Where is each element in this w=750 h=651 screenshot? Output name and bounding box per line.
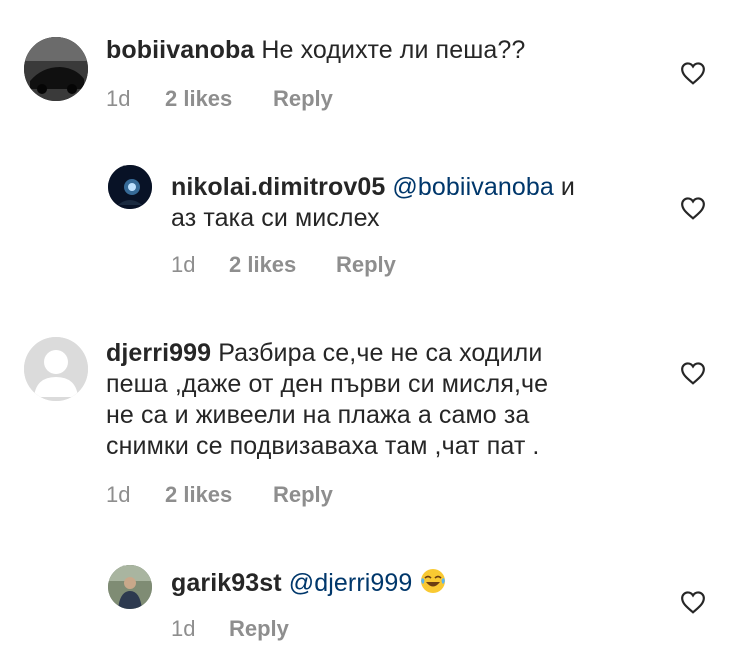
comment-text: djerri999 Разбира се,че не са ходили пеш… xyxy=(106,338,626,462)
comment-body: не са и живеели на плажа а само за xyxy=(106,401,530,429)
timestamp[interactable]: 1d xyxy=(171,252,229,278)
comment-text: nikolai.dimitrov05 @bobiivanoba и аз так… xyxy=(171,172,641,234)
comment-item: djerri999 Разбира се,че не са ходили пеш… xyxy=(0,310,750,530)
reply-button[interactable]: Reply xyxy=(336,252,396,278)
comment-meta: 1d 2 likes Reply xyxy=(106,86,333,112)
comment-text: garik93st @djerri999 xyxy=(171,567,447,599)
avatar-image xyxy=(108,565,152,609)
reply-button[interactable]: Reply xyxy=(229,616,289,642)
likes-count[interactable]: 2 likes xyxy=(165,482,273,508)
mention-link[interactable]: @djerri999 xyxy=(289,569,413,597)
username[interactable]: garik93st xyxy=(171,569,282,597)
reply-comment-item: nikolai.dimitrov05 @bobiivanoba и аз так… xyxy=(0,140,750,310)
comment-body: пеша ,даже от ден първи си мисля,че xyxy=(106,370,549,398)
timestamp[interactable]: 1d xyxy=(171,616,229,642)
avatar[interactable] xyxy=(108,165,152,209)
comment-meta: 1d 2 likes Reply xyxy=(106,482,333,508)
comment-body: снимки се подвизаваха там ,чат пат . xyxy=(106,432,540,460)
comment-item: bobiivanoba Не ходихте ли пеша?? 1d 2 li… xyxy=(0,0,750,140)
comment-body: Разбира се,че не са ходили xyxy=(218,339,543,367)
timestamp[interactable]: 1d xyxy=(106,86,165,112)
avatar[interactable] xyxy=(24,337,88,401)
reply-button[interactable]: Reply xyxy=(273,482,333,508)
username[interactable]: djerri999 xyxy=(106,339,211,367)
likes-count[interactable]: 2 likes xyxy=(165,86,273,112)
avatar-image xyxy=(24,37,88,101)
face-with-tears-of-joy-icon xyxy=(421,569,446,593)
comment-meta: 1d 2 likes Reply xyxy=(171,252,396,278)
reply-comment-item: garik93st @djerri999 1d Reply xyxy=(0,530,750,651)
timestamp[interactable]: 1d xyxy=(106,482,165,508)
avatar-image xyxy=(108,165,152,209)
likes-count[interactable]: 2 likes xyxy=(229,252,336,278)
heart-outline-icon[interactable] xyxy=(680,61,706,85)
avatar[interactable] xyxy=(24,37,88,101)
avatar[interactable] xyxy=(108,565,152,609)
heart-outline-icon[interactable] xyxy=(680,590,706,614)
comment-body: и xyxy=(560,173,575,201)
comment-body: Не ходихте ли пеша?? xyxy=(261,36,526,64)
comment-body: аз така си мислех xyxy=(171,204,380,232)
mention-link[interactable]: @bobiivanoba xyxy=(392,173,553,201)
username[interactable]: nikolai.dimitrov05 xyxy=(171,173,385,201)
username[interactable]: bobiivanoba xyxy=(106,36,254,64)
heart-outline-icon[interactable] xyxy=(680,196,706,220)
comment-meta: 1d Reply xyxy=(171,616,289,642)
reply-button[interactable]: Reply xyxy=(273,86,333,112)
default-avatar-icon xyxy=(24,337,88,401)
heart-outline-icon[interactable] xyxy=(680,361,706,385)
comment-text: bobiivanoba Не ходихте ли пеша?? xyxy=(106,35,525,66)
